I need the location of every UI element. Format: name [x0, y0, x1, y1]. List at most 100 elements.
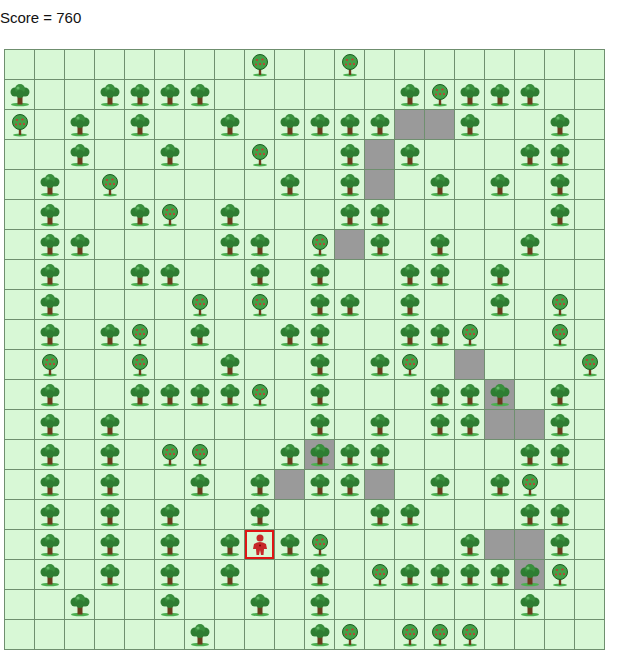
tree-cell [35, 500, 64, 529]
tree-icon [548, 203, 572, 227]
grass-cell [515, 320, 544, 349]
grass-cell [95, 350, 124, 379]
tree-icon [248, 593, 272, 617]
tree-cell [395, 290, 424, 319]
grass-cell [35, 620, 64, 649]
apple-tree-cell [125, 350, 154, 379]
tree-icon [158, 383, 182, 407]
tree-cell [35, 290, 64, 319]
tree-cell [545, 440, 574, 469]
tree-icon [98, 473, 122, 497]
grass-cell [215, 140, 244, 169]
apple-tree-icon [398, 353, 422, 377]
grass-cell [545, 230, 574, 259]
apple-tree-icon [428, 623, 452, 647]
grass-cell [5, 560, 34, 589]
grass-cell [395, 200, 424, 229]
tree-cell [305, 410, 334, 439]
tree-icon [428, 383, 452, 407]
tree-cell [545, 200, 574, 229]
grass-cell [425, 140, 454, 169]
tree-icon [68, 593, 92, 617]
tree-cell [365, 410, 394, 439]
tree-icon [308, 473, 332, 497]
apple-tree-cell [455, 620, 484, 649]
grass-cell [5, 470, 34, 499]
tree-cell [65, 230, 94, 259]
grass-cell [395, 380, 424, 409]
tree-icon [308, 323, 332, 347]
grass-cell [365, 530, 394, 559]
tree-icon [38, 443, 62, 467]
tree-cell [545, 170, 574, 199]
grass-cell [245, 410, 274, 439]
grass-cell [125, 230, 154, 259]
tree-cell [155, 590, 184, 619]
grass-cell [545, 470, 574, 499]
tree-cell [65, 590, 94, 619]
grass-cell [455, 500, 484, 529]
grass-cell [425, 50, 454, 79]
apple-tree-cell [515, 470, 544, 499]
grass-cell [95, 50, 124, 79]
apple-tree-icon [248, 143, 272, 167]
tree-icon [188, 323, 212, 347]
grass-cell [65, 560, 94, 589]
rock-tree-cell [305, 440, 334, 469]
tree-icon [38, 413, 62, 437]
grass-cell [305, 500, 334, 529]
tree-icon [428, 233, 452, 257]
grass-cell [185, 230, 214, 259]
tree-icon [488, 263, 512, 287]
grass-cell [215, 410, 244, 439]
grass-cell [515, 290, 544, 319]
grass-cell [5, 260, 34, 289]
grass-cell [275, 50, 304, 79]
grass-cell [215, 500, 244, 529]
tree-cell [305, 620, 334, 649]
tree-icon [38, 263, 62, 287]
grass-cell [125, 500, 154, 529]
tree-icon [338, 173, 362, 197]
grass-cell [485, 50, 514, 79]
rock-cell [455, 350, 484, 379]
tree-cell [515, 80, 544, 109]
tree-icon [68, 233, 92, 257]
apple-tree-cell [95, 170, 124, 199]
grass-cell [545, 80, 574, 109]
grass-cell [95, 110, 124, 139]
tree-icon [488, 173, 512, 197]
rock-cell [395, 110, 424, 139]
apple-tree-icon [8, 113, 32, 137]
grass-cell [5, 440, 34, 469]
tree-icon [38, 563, 62, 587]
grass-cell [215, 620, 244, 649]
grass-cell [155, 410, 184, 439]
tree-cell [35, 260, 64, 289]
grass-cell [575, 380, 604, 409]
tree-cell [125, 260, 154, 289]
grass-cell [515, 200, 544, 229]
tree-icon [518, 83, 542, 107]
grass-cell [5, 500, 34, 529]
apple-tree-cell [455, 320, 484, 349]
grass-cell [35, 80, 64, 109]
tree-cell [215, 200, 244, 229]
grass-cell [485, 590, 514, 619]
tree-icon [38, 503, 62, 527]
tree-icon [278, 443, 302, 467]
grass-cell [125, 620, 154, 649]
grass-cell [65, 380, 94, 409]
grass-cell [5, 170, 34, 199]
apple-tree-icon [248, 293, 272, 317]
grass-cell [395, 470, 424, 499]
grass-cell [65, 350, 94, 379]
tree-icon [398, 323, 422, 347]
grass-cell [575, 620, 604, 649]
grass-cell [335, 530, 364, 559]
grass-cell [515, 260, 544, 289]
tree-icon [398, 563, 422, 587]
tree-cell [335, 110, 364, 139]
tree-icon [38, 323, 62, 347]
apple-tree-cell [245, 50, 274, 79]
